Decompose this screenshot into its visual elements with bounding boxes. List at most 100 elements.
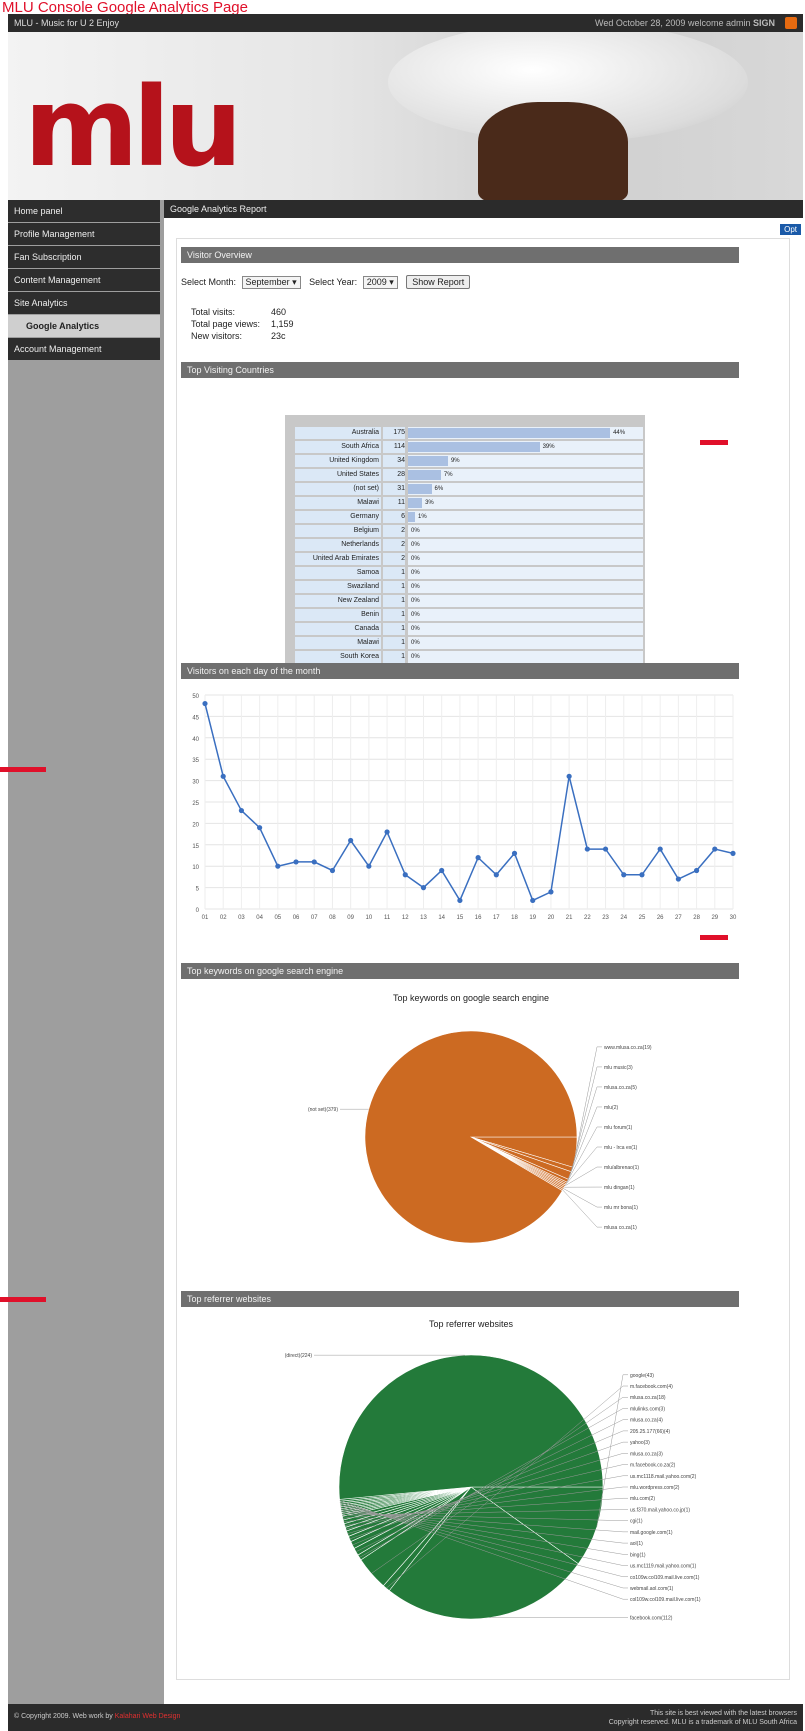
country-count: 28 [383,469,405,481]
x-tick-label: 27 [675,915,682,921]
country-count: 1 [383,623,405,635]
x-tick-label: 25 [639,915,646,921]
annotation-mark [0,1297,46,1302]
pie-label: mlusa.co.za(3) [630,1451,663,1457]
nav-home-panel[interactable]: Home panel [8,200,160,222]
data-point [275,863,281,869]
country-row: United States 28 7% [295,469,643,482]
country-count: 1 [383,637,405,649]
pie-label: co109w.col109.mail.live.com(1) [630,1575,700,1581]
nav-profile-management[interactable]: Profile Management [8,223,160,245]
x-tick-label: 06 [293,915,300,921]
stat-total-pageviews: Total page views: 1,159 [191,319,294,329]
pie-label: us.mc1118.mail.yahoo.com(2) [630,1474,697,1480]
country-count: 2 [383,525,405,537]
pie-label: google(43) [630,1373,654,1379]
nav-fan-subscription[interactable]: Fan Subscription [8,246,160,268]
y-tick-label: 45 [192,715,199,721]
report-panel: Visitor Overview Select Month: September… [176,238,790,1680]
country-count: 31 [383,483,405,495]
x-tick-label: 15 [457,915,464,921]
country-name: United States [295,469,381,481]
x-tick-label: 23 [602,915,609,921]
x-tick-label: 13 [420,915,427,921]
country-name: Malawi [295,637,381,649]
stat-new-visitors: New visitors: 23c [191,331,286,341]
country-row: Netherlands 2 0% [295,539,643,552]
x-tick-label: 04 [256,915,263,921]
pie-label: yahoo(3) [630,1440,650,1446]
x-tick-label: 01 [202,915,209,921]
x-tick-label: 26 [657,915,664,921]
pie-label: mlulinks.com(3) [630,1406,665,1412]
y-tick-label: 40 [192,737,199,743]
country-count: 6 [383,511,405,523]
footer-right: This site is best viewed with the latest… [608,1710,797,1726]
country-bar [408,470,441,480]
x-tick-label: 30 [730,915,737,921]
y-tick-label: 20 [192,822,199,828]
pie-label: webmail.aol.com(1) [630,1586,674,1592]
y-tick-label: 15 [192,844,199,850]
country-row: Malawi 11 3% [295,497,643,510]
nav-content-management[interactable]: Content Management [8,269,160,291]
country-count: 1 [383,609,405,621]
y-tick-label: 5 [196,887,200,893]
pie-leader-line [562,1189,602,1228]
nav-site-analytics[interactable]: Site Analytics [8,292,160,314]
show-report-button[interactable]: Show Report [406,275,471,289]
annotation-mark [0,767,46,772]
country-name: Australia [295,427,381,439]
nav-google-analytics[interactable]: Google Analytics [8,315,160,337]
data-point [366,863,372,869]
pie-label: us.mc1119.mail.yahoo.com(1) [630,1564,697,1570]
country-count: 114 [383,441,405,453]
mlu-logo[interactable]: mlu [24,72,243,182]
country-pct: 9% [450,458,460,464]
data-point [257,825,263,831]
x-tick-label: 20 [548,915,555,921]
x-tick-label: 21 [566,915,573,921]
y-tick-label: 50 [192,694,199,700]
country-count: 1 [383,581,405,593]
page-title: Google Analytics Report [164,200,803,218]
data-point [293,859,299,865]
x-tick-label: 07 [311,915,318,921]
year-select[interactable]: 2009 ▾ [362,276,398,289]
sign-link[interactable]: SIGN [753,18,775,28]
pie-label: mlu mr bona(1) [604,1205,638,1211]
country-name: Benin [295,609,381,621]
nav-account-management[interactable]: Account Management [8,338,160,360]
data-point [384,829,390,835]
country-row: Samoa 1 0% [295,567,643,580]
data-point [202,700,208,707]
pie-leader-line [563,1188,602,1208]
options-button[interactable]: Opt [780,224,801,235]
country-bar [408,442,540,452]
pie-label: mlu - lrca ex(1) [604,1145,638,1151]
month-select[interactable]: September ▾ [241,276,301,289]
country-count: 175 [383,427,405,439]
rss-icon[interactable] [785,17,797,29]
country-pct: 1% [418,514,427,520]
data-point [693,867,700,874]
data-point [639,872,645,878]
country-bar [408,428,611,438]
data-point [730,850,736,856]
country-name: (not set) [295,483,381,495]
country-row: New Zealand 1 0% [295,595,643,608]
x-tick-label: 09 [347,915,354,921]
footer-link[interactable]: Kalahari Web Design [115,1713,181,1720]
x-tick-label: 29 [711,915,718,921]
pie-label: mlusa.co.za(4) [630,1418,663,1424]
chart-title: Top referrer websites [429,1319,514,1329]
main-content: Google Analytics Report Opt Visitor Over… [164,200,803,1704]
x-tick-label: 17 [493,915,500,921]
country-bar [408,484,432,494]
y-tick-label: 10 [192,865,199,871]
pie-label: m.facebook.co.za(2) [630,1463,676,1469]
pie-label: www.mlusa.co.za(19) [604,1045,652,1051]
country-count: 2 [383,539,405,551]
welcome-text: Wed October 28, 2009 welcome admin SIGN [595,18,775,28]
data-point [712,846,718,852]
